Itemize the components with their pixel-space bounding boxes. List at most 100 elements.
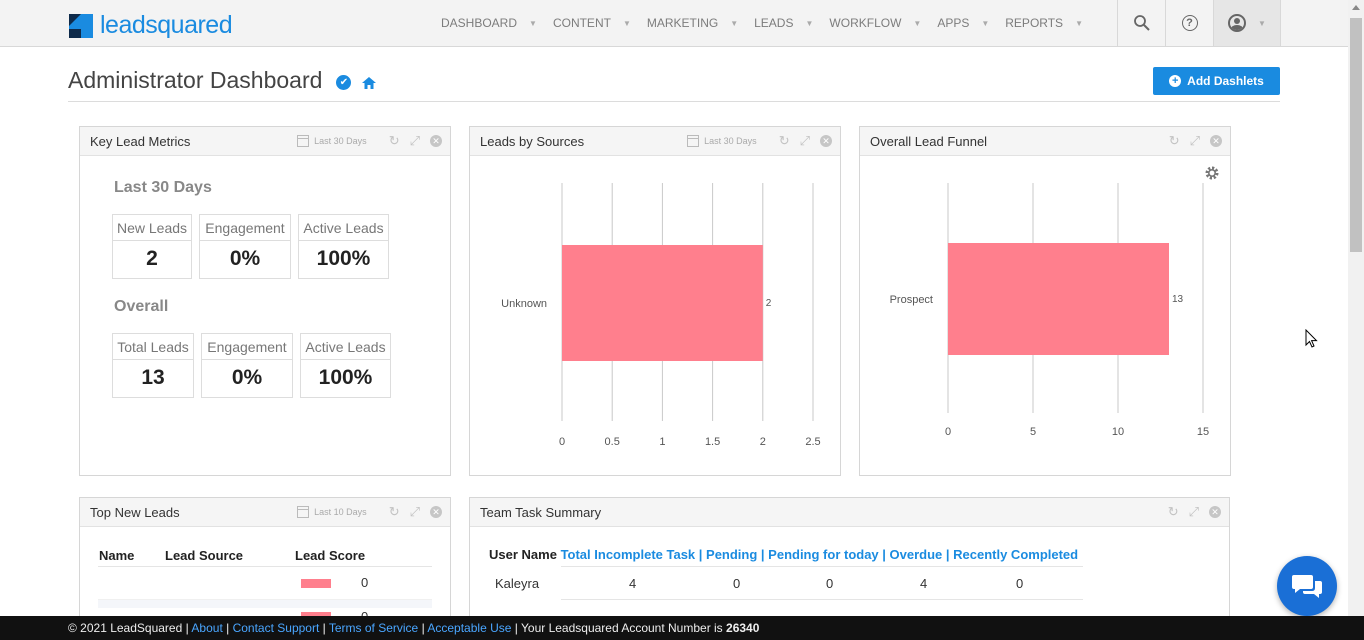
nav-leads[interactable]: LEADS ▼ <box>754 16 813 30</box>
nav-label: MARKETING <box>646 16 719 30</box>
close-icon[interactable]: ✕ <box>1209 506 1221 518</box>
dashlet-leads-by-sources: Leads by Sources Last 30 Days ↻ ⤢ ✕ 0 0.5… <box>469 126 841 476</box>
dashlet-header: Leads by Sources Last 30 Days ↻ ⤢ ✕ <box>470 127 840 156</box>
chevron-down-icon: ▼ <box>913 18 922 28</box>
expand-icon[interactable]: ⤢ <box>1190 133 1200 149</box>
chat-button[interactable] <box>1277 556 1337 616</box>
chevron-down-icon: ▼ <box>622 18 631 28</box>
nav-reports[interactable]: REPORTS ▼ <box>1005 16 1083 30</box>
nav-marketing[interactable]: MARKETING ▼ <box>647 16 738 30</box>
search-icon <box>1133 15 1150 31</box>
expand-icon[interactable]: ⤢ <box>800 133 810 149</box>
chevron-down-icon: ▼ <box>730 18 739 28</box>
page-scrollbar[interactable] <box>1348 0 1364 616</box>
x-tick-label: 10 <box>1112 426 1124 438</box>
x-tick-label: 2.5 <box>805 436 820 448</box>
metric-active-leads-overall: Active Leads 100% <box>300 333 391 398</box>
search-button[interactable] <box>1117 0 1165 46</box>
metric-value: 2 <box>146 247 158 270</box>
expand-icon[interactable]: ⤢ <box>1189 504 1199 520</box>
refresh-icon[interactable]: ↻ <box>1168 504 1179 520</box>
period-label[interactable]: Last 30 Days <box>704 136 757 146</box>
column-header-lead-score[interactable]: Lead Score <box>295 548 365 563</box>
task-pending[interactable]: 0 <box>733 576 740 591</box>
task-table-header: User Name Total Incomplete Task | Pendin… <box>489 547 1078 562</box>
metric-label: Active Leads <box>299 215 388 241</box>
metric-label: Active Leads <box>301 334 390 360</box>
footer-link-contact-support[interactable]: Contact Support <box>233 621 320 635</box>
footer-link-about[interactable]: About <box>191 621 222 635</box>
page-title-row: Administrator Dashboard ✔ <box>68 67 377 94</box>
scroll-thumb[interactable] <box>1350 18 1362 252</box>
nav-dashboard[interactable]: DASHBOARD ▼ <box>441 16 537 30</box>
nav-label: DASHBOARD <box>441 16 518 30</box>
metric-active-leads: Active Leads 100% <box>298 214 389 279</box>
expand-icon[interactable]: ⤢ <box>410 133 420 149</box>
x-tick-label: 1.5 <box>705 436 720 448</box>
close-icon[interactable]: ✕ <box>430 506 442 518</box>
x-tick-label: 15 <box>1197 426 1209 438</box>
home-icon[interactable] <box>361 76 377 90</box>
calendar-icon[interactable] <box>687 135 700 147</box>
nav-tools: ? ▼ <box>1117 0 1281 46</box>
refresh-icon[interactable]: ↻ <box>389 504 400 520</box>
user-menu-button[interactable]: ▼ <box>1213 0 1281 46</box>
dashlet-title: Overall Lead Funnel <box>870 134 988 149</box>
column-header-lead-source[interactable]: Lead Source <box>165 548 243 563</box>
logo[interactable]: leadsquared <box>69 11 233 40</box>
task-user-name: Kaleyra <box>495 576 540 591</box>
task-recently-completed[interactable]: 0 <box>1016 576 1023 591</box>
nav-label: LEADS <box>754 16 794 30</box>
period-label[interactable]: Last 30 Days <box>314 136 367 146</box>
period-label[interactable]: Last 10 Days <box>314 507 367 517</box>
dashlet-header: Overall Lead Funnel ↻ ⤢ ✕ <box>860 127 1230 156</box>
lead-score-value: 0 <box>361 575 369 590</box>
dashlet-tools: Last 30 Days ↻ ⤢ ✕ <box>687 133 832 149</box>
calendar-icon[interactable] <box>297 135 310 147</box>
footer-copyright: © 2021 LeadSquared <box>68 621 183 635</box>
bar <box>562 245 763 361</box>
refresh-icon[interactable]: ↻ <box>389 133 400 149</box>
column-header-task-columns[interactable]: Total Incomplete Task | Pending | Pendin… <box>561 547 1079 562</box>
column-header-name[interactable]: Name <box>99 548 134 563</box>
metric-new-leads: New Leads 2 <box>112 214 192 279</box>
calendar-icon[interactable] <box>297 506 310 518</box>
dashlet-tools: ↻ ⤢ ✕ <box>1158 504 1221 520</box>
section-title-overall: Overall <box>114 298 169 315</box>
footer-link-terms[interactable]: Terms of Service <box>329 621 418 635</box>
close-icon[interactable]: ✕ <box>820 135 832 147</box>
refresh-icon[interactable]: ↻ <box>779 133 790 149</box>
close-icon[interactable]: ✕ <box>430 135 442 147</box>
lead-funnel-chart: 0 5 10 15 13 Prospect <box>890 183 1209 438</box>
footer-link-acceptable-use[interactable]: Acceptable Use <box>427 621 511 635</box>
divider <box>98 566 432 567</box>
metric-engagement-overall: Engagement 0% <box>201 333 293 398</box>
dashlet-top-new-leads: Top New Leads Last 10 Days ↻ ⤢ ✕ Name Le… <box>79 497 451 627</box>
bar <box>948 243 1169 355</box>
section-title-recent: Last 30 Days <box>114 179 212 196</box>
dashlet-tools: Last 10 Days ↻ ⤢ ✕ <box>297 504 442 520</box>
scroll-up-icon[interactable] <box>1352 5 1360 10</box>
dashlet-title: Team Task Summary <box>480 505 602 520</box>
close-icon[interactable]: ✕ <box>1210 135 1222 147</box>
nav-label: APPS <box>937 16 970 30</box>
task-overdue[interactable]: 4 <box>920 576 927 591</box>
nav-content[interactable]: CONTENT ▼ <box>553 16 631 30</box>
nav-workflow[interactable]: WORKFLOW ▼ <box>829 16 921 30</box>
nav-apps[interactable]: APPS ▼ <box>937 16 989 30</box>
expand-icon[interactable]: ⤢ <box>410 504 420 520</box>
dashlet-overall-lead-funnel: Overall Lead Funnel ↻ ⤢ ✕ 0 5 10 15 13 Prospe… <box>859 126 1231 476</box>
nav-label: WORKFLOW <box>829 16 902 30</box>
x-tick-label: 5 <box>1030 426 1036 438</box>
add-dashlets-button[interactable]: + Add Dashlets <box>1153 67 1280 95</box>
metric-value: 0% <box>229 247 261 270</box>
refresh-icon[interactable]: ↻ <box>1169 133 1180 149</box>
footer-account-number: 26340 <box>726 621 760 635</box>
task-pending-today[interactable]: 0 <box>826 576 833 591</box>
chevron-down-icon: ▼ <box>1075 18 1083 28</box>
task-total-incomplete[interactable]: 4 <box>629 576 636 591</box>
metric-label: Engagement <box>200 215 290 241</box>
help-button[interactable]: ? <box>1165 0 1213 46</box>
x-tick-label: 0.5 <box>605 436 620 448</box>
help-icon: ? <box>1181 15 1198 31</box>
